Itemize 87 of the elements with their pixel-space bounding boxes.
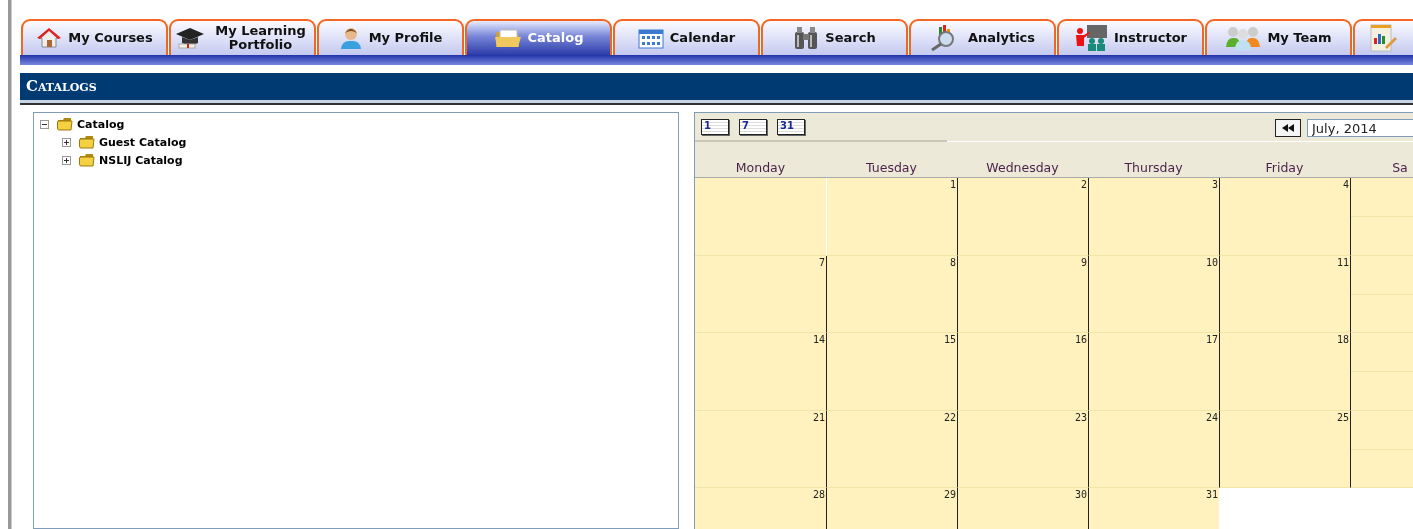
binoculars-icon: [793, 26, 820, 50]
date-number: 16: [1074, 334, 1087, 345]
day-cell[interactable]: 21: [695, 410, 826, 488]
view-button[interactable]: 1: [701, 118, 729, 135]
date-number: 22: [943, 411, 956, 423]
folder-icon: [493, 27, 522, 49]
date-number: 23: [1074, 411, 1087, 423]
date-number: 3: [1211, 179, 1218, 190]
folder-icon: [79, 153, 95, 167]
day-cell[interactable]: 17: [1088, 333, 1219, 411]
day-name: Tuesday: [865, 160, 918, 175]
graduation-cap-icon: [175, 26, 205, 50]
folder-icon: [79, 135, 95, 149]
day-cell[interactable]: 4: [1219, 178, 1350, 256]
date-number: 9: [1080, 256, 1087, 268]
folder-icon: [57, 117, 73, 131]
day-cell[interactable]: 1: [826, 178, 957, 256]
date-number: 8: [949, 256, 956, 268]
date-number: 28: [812, 489, 825, 500]
teacher-icon: [1074, 24, 1108, 52]
expand-icon[interactable]: [62, 155, 71, 165]
day-cell[interactable]: 31: [1088, 488, 1219, 529]
rewind-icon: [1282, 124, 1294, 132]
date-number: 17: [1205, 334, 1218, 345]
day-cell[interactable]: 15: [826, 333, 957, 411]
nav-tab[interactable]: My Learning Portfolio: [169, 19, 316, 55]
house-icon: [36, 27, 63, 49]
day-cell[interactable]: 16: [957, 333, 1088, 411]
date-number: 24: [1205, 411, 1218, 423]
day-cell[interactable]: 24: [1088, 410, 1219, 488]
nav-tab[interactable]: Analytics: [909, 19, 1056, 55]
team-icon: [1225, 25, 1262, 51]
date-number: 2: [1080, 179, 1087, 190]
day-cell[interactable]: 28: [695, 488, 826, 529]
day-cell[interactable]: 22: [826, 410, 957, 488]
previous-button[interactable]: [1275, 119, 1301, 137]
expand-icon[interactable]: [62, 137, 71, 147]
day-cell[interactable]: 11: [1219, 255, 1350, 333]
day-cell[interactable]: 9: [957, 255, 1088, 333]
report-icon: [1367, 23, 1397, 53]
nav-tab[interactable]: Search: [761, 19, 908, 55]
date-number: 21: [812, 411, 825, 423]
section-title: Catalogs: [25, 76, 97, 95]
tree-item[interactable]: NSLIJ Catalog: [99, 153, 183, 167]
nav-tab[interactable]: Instructor: [1057, 19, 1204, 55]
date-number: 30: [1074, 489, 1087, 500]
date-number: 14: [812, 334, 825, 345]
day-cell[interactable]: 10: [1088, 255, 1219, 333]
day-name: Friday: [1264, 160, 1305, 175]
date-number: 1: [949, 179, 956, 190]
day-cell[interactable]: 23: [957, 410, 1088, 488]
date-number: 18: [1336, 334, 1349, 345]
view-button[interactable]: 7: [739, 118, 767, 135]
day-cell[interactable]: 7: [695, 255, 826, 333]
nav-tab[interactable]: My Team: [1205, 19, 1352, 55]
day-name: Monday: [734, 160, 787, 175]
view-button[interactable]: 31: [777, 118, 805, 135]
day-cell[interactable]: 25: [1219, 410, 1350, 488]
date-number: 11: [1336, 256, 1349, 268]
date-number: 29: [943, 489, 956, 500]
day-cell[interactable]: [695, 178, 826, 256]
day-name: Wednesday: [985, 160, 1060, 175]
day-cell[interactable]: 18: [1219, 333, 1350, 411]
date-number: 10: [1205, 256, 1218, 268]
month-field[interactable]: July, 2014: [1307, 119, 1413, 137]
day-cell[interactable]: 14: [695, 333, 826, 411]
day-cell[interactable]: 3: [1088, 178, 1219, 256]
date-number: 4: [1342, 179, 1349, 190]
tree-item[interactable]: Guest Catalog: [99, 135, 187, 149]
day-cell[interactable]: 29: [826, 488, 957, 529]
day-name: Sa: [1391, 160, 1409, 175]
day-cell[interactable]: 2: [957, 178, 1088, 256]
day-name: Thursday: [1123, 160, 1184, 175]
date-number: 25: [1336, 411, 1349, 423]
calendar-icon: [637, 27, 664, 49]
nav-tab[interactable]: Calendar: [613, 19, 760, 55]
nav-tab[interactable]: Catalog: [465, 19, 612, 55]
date-number: 15: [943, 334, 956, 345]
nav-tab[interactable]: My Profile: [317, 19, 464, 55]
collapse-icon[interactable]: [40, 119, 49, 129]
person-icon: [338, 26, 363, 50]
date-number: 7: [818, 256, 825, 268]
day-cell[interactable]: 8: [826, 255, 957, 333]
nav-tab[interactable]: My Courses: [21, 19, 168, 55]
tree-item[interactable]: Catalog: [77, 117, 125, 131]
day-cell[interactable]: 30: [957, 488, 1088, 529]
date-number: 31: [1205, 489, 1218, 500]
